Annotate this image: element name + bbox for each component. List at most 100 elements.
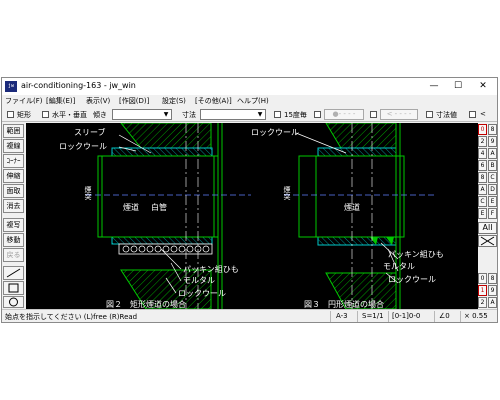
status-scale[interactable]: S=1/1 — [362, 312, 384, 320]
tool-corner[interactable]: ｺｰﾅｰ — [3, 154, 24, 168]
tool-rectangle[interactable] — [3, 281, 24, 295]
tool-circle[interactable] — [3, 296, 24, 308]
layer-group-0[interactable]: 0 — [478, 124, 487, 135]
sublayer-a[interactable]: A — [488, 297, 497, 308]
sublayer-9[interactable]: 9 — [488, 285, 497, 296]
status-message: 始点を指示してください (L)free (R)Read — [5, 313, 138, 321]
status-paper[interactable]: A-3 — [336, 312, 348, 320]
layer-group-8-left[interactable]: 8 — [478, 172, 487, 183]
horiz-vert-checkbox[interactable] — [42, 111, 49, 118]
tool-range[interactable]: 範囲 — [3, 124, 24, 138]
chevron-down-icon: ▼ — [257, 111, 263, 118]
window-title: air-conditioning-163 - jw_win — [21, 81, 136, 90]
label-rockwool-top-fig2: ロックウール — [59, 142, 107, 151]
sublayer-2[interactable]: 2 — [478, 297, 487, 308]
status-angle[interactable]: ∠0 — [439, 312, 450, 320]
layer-group-c-left[interactable]: C — [478, 196, 487, 207]
label-mortar-fig2: モルタル — [183, 276, 215, 285]
every15-label: 15度毎 — [284, 111, 307, 119]
menu-other[interactable]: [その他(A)] — [195, 96, 232, 106]
dim-value-checkbox[interactable] — [426, 111, 433, 118]
maximize-button[interactable]: ☐ — [446, 78, 470, 95]
jw-app-icon: jw — [5, 81, 17, 92]
arrow-button[interactable]: < - - - - — [380, 109, 418, 120]
app-window: jw air-conditioning-163 - jw_win — ☐ ✕ フ… — [1, 77, 498, 323]
status-divider — [388, 311, 389, 322]
left-tool-panel: 範囲 複線 ｺｰﾅｰ 伸縮 面取 消去 複写 移動 戻る — [2, 123, 26, 309]
layer-d[interactable]: D — [488, 184, 497, 195]
extra-label: < — [480, 110, 486, 118]
cad-drawing: スリーブ ロックウール 煙突 煙道 白管 パッキン組ひも モルタル ロックウール… — [59, 123, 444, 309]
label-rockwool-bottom-fig2: ロックウール — [178, 289, 226, 298]
tool-copy[interactable]: 複写 — [3, 218, 24, 232]
sublayer-1[interactable]: 1 — [478, 285, 487, 296]
tool-offset[interactable]: 複線 — [3, 139, 24, 153]
label-rockwool-top-fig3: ロックウール — [251, 128, 299, 137]
status-divider — [434, 311, 435, 322]
figure-2: スリーブ ロックウール 煙突 煙道 白管 パッキン組ひも モルタル ロックウール… — [59, 123, 251, 309]
label-white-pipe: 白管 — [151, 202, 167, 212]
tool-line[interactable] — [3, 266, 24, 280]
status-divider — [357, 311, 358, 322]
layer-b[interactable]: B — [488, 160, 497, 171]
sublayer-0[interactable]: 0 — [478, 273, 487, 284]
circle-icon — [9, 297, 18, 307]
layer-group-e-left[interactable]: E — [478, 208, 487, 219]
menu-settings[interactable]: 設定(S) — [162, 96, 186, 106]
every15-checkbox[interactable] — [274, 111, 281, 118]
label-flue-passage-fig3: 煙道 — [344, 202, 360, 212]
status-divider — [460, 311, 461, 322]
drawing-canvas[interactable]: スリーブ ロックウール 煙突 煙道 白管 パッキン組ひも モルタル ロックウール… — [26, 123, 478, 309]
rect-checkbox[interactable] — [7, 111, 14, 118]
tool-undo[interactable]: 戻る — [3, 248, 24, 262]
label-flue-vertical-fig2: 煙突 — [84, 185, 92, 201]
label-packing-fig3: パッキン組ひも — [388, 249, 444, 259]
dim-combo[interactable]: ▼ — [200, 109, 266, 120]
layer-e[interactable]: E — [488, 196, 497, 207]
layer-group-4[interactable]: 4 — [478, 148, 487, 159]
layer-c[interactable]: C — [488, 172, 497, 183]
menu-view[interactable]: 表示(V) — [86, 96, 110, 106]
extra-checkbox[interactable] — [469, 111, 476, 118]
layer-group-2[interactable]: 2 — [478, 136, 487, 147]
figure-3: ロックウール 煙突 煙道 パッキン組ひも モルタル ロックウール 図３ 円形煙道… — [251, 123, 444, 309]
arrow-checkbox[interactable] — [370, 111, 377, 118]
menu-file[interactable]: ファイル(F) — [5, 96, 43, 106]
chevron-down-icon: ▼ — [163, 111, 169, 118]
slope-combo[interactable]: ▼ — [112, 109, 172, 120]
label-flue-vertical-fig3: 煙突 — [283, 185, 291, 201]
line-style-button[interactable]: ●- - - - — [324, 109, 364, 120]
layer-9[interactable]: 9 — [488, 136, 497, 147]
sublayer-8[interactable]: 8 — [488, 273, 497, 284]
dim-label: 寸法 — [182, 111, 196, 119]
caption-fig3: 図３ 円形煙道の場合 — [304, 299, 384, 309]
horiz-vert-label: 水平・垂直 — [52, 111, 87, 119]
layer-group-a-left[interactable]: A — [478, 184, 487, 195]
minimize-button[interactable]: — — [422, 78, 446, 95]
menu-edit[interactable]: [編集(E)] — [46, 96, 75, 106]
layer-8[interactable]: 8 — [488, 124, 497, 135]
title-bar: jw air-conditioning-163 - jw_win — ☐ ✕ — [2, 78, 497, 95]
layer-toggle-button[interactable] — [478, 235, 497, 247]
line-style-checkbox[interactable] — [314, 111, 321, 118]
status-layer[interactable]: [0-1]0-0 — [392, 312, 420, 320]
layer-a[interactable]: A — [488, 148, 497, 159]
layer-group-6[interactable]: 6 — [478, 160, 487, 171]
close-button[interactable]: ✕ — [471, 78, 495, 95]
tool-stretch[interactable]: 伸縮 — [3, 169, 24, 183]
tool-erase[interactable]: 消去 — [3, 199, 24, 213]
layer-panel: 0 2 4 6 8 A C E 8 9 A B C D E F All 0 1 … — [478, 123, 497, 309]
tool-move[interactable]: 移動 — [3, 233, 24, 247]
rectangle-icon — [8, 283, 19, 293]
menu-draw[interactable]: [作図(D)] — [119, 96, 149, 106]
tool-chamfer[interactable]: 面取 — [3, 184, 24, 198]
status-zoom[interactable]: × 0.55 — [464, 312, 488, 320]
line-icon — [6, 268, 21, 278]
status-bar: 始点を指示してください (L)free (R)Read A-3 S=1/1 [0… — [2, 309, 497, 322]
layer-f[interactable]: F — [488, 208, 497, 219]
menu-bar: ファイル(F) [編集(E)] 表示(V) [作図(D)] 設定(S) [その他… — [2, 95, 497, 107]
label-sleeve: スリーブ — [74, 127, 106, 137]
rect-label: 矩形 — [17, 111, 31, 119]
menu-help[interactable]: ヘルプ(H) — [237, 96, 269, 106]
layer-all-button[interactable]: All — [478, 222, 497, 234]
